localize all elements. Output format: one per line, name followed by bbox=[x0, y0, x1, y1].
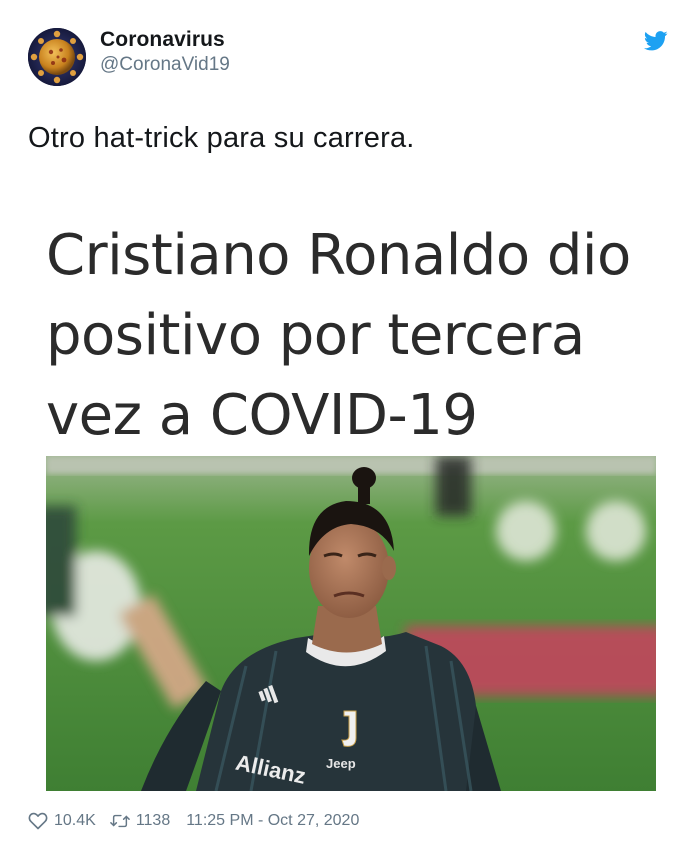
avatar[interactable] bbox=[28, 28, 86, 86]
heart-icon bbox=[28, 812, 48, 830]
twitter-bird-icon[interactable] bbox=[644, 30, 668, 52]
headline-line: positivo por tercera bbox=[46, 303, 585, 368]
tweet-metadata: 10.4K 1138 11:25 PM - Oct 27, 2020 bbox=[28, 812, 359, 830]
news-headline: Cristiano Ronaldo dio positivo por terce… bbox=[46, 216, 666, 456]
like-count: 10.4K bbox=[54, 812, 96, 829]
tweet-timestamp[interactable]: 11:25 PM - Oct 27, 2020 bbox=[186, 812, 359, 830]
headline-line: vez a COVID-19 bbox=[46, 383, 478, 448]
user-handle[interactable]: @CoronaVid19 bbox=[100, 54, 230, 76]
news-photo: Jeep Allianz bbox=[46, 456, 656, 791]
retweet-count: 1138 bbox=[135, 812, 171, 829]
retweet-button[interactable]: 1138 bbox=[109, 812, 171, 830]
display-name[interactable]: Coronavirus bbox=[100, 28, 225, 52]
retweet-icon bbox=[109, 812, 130, 830]
svg-text:Jeep: Jeep bbox=[326, 756, 356, 771]
tweet-card: Coronavirus @CoronaVid19 Otro hat-trick … bbox=[0, 0, 700, 851]
like-button[interactable]: 10.4K bbox=[28, 812, 96, 830]
tweet-text: Otro hat-trick para su carrera. bbox=[28, 122, 415, 154]
coronavirus-avatar-icon bbox=[28, 28, 86, 86]
media-attachment[interactable]: Cristiano Ronaldo dio positivo por terce… bbox=[28, 192, 672, 799]
headline-line: Cristiano Ronaldo dio bbox=[46, 223, 631, 288]
